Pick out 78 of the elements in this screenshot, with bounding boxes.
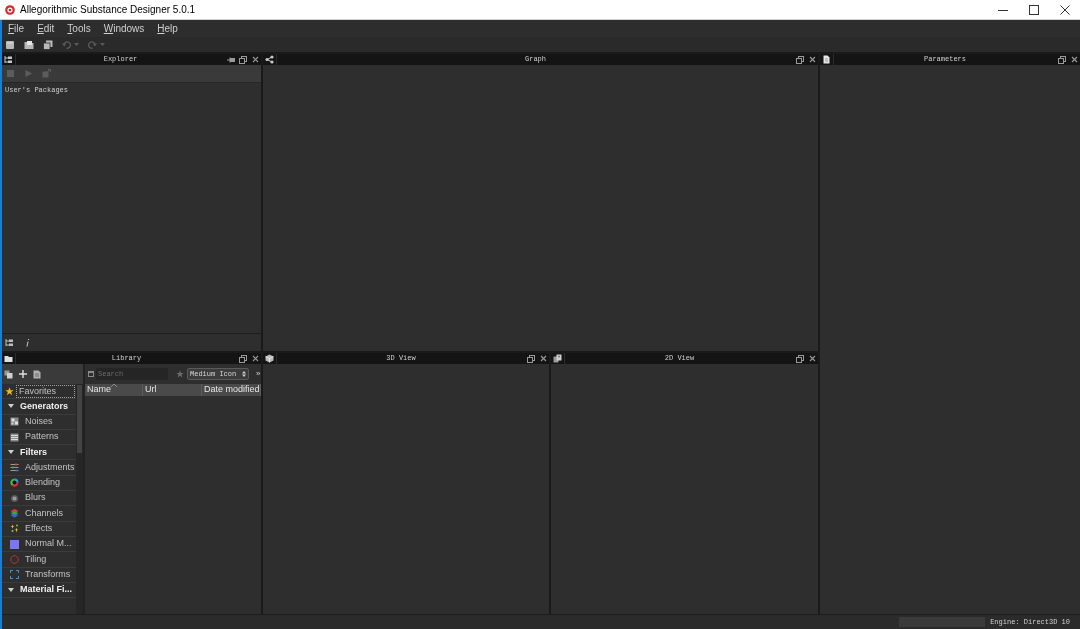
redo-icon: [88, 40, 97, 49]
cube-icon: [265, 354, 274, 363]
float-window-icon[interactable]: [796, 55, 804, 64]
document-icon: [822, 55, 831, 64]
float-window-icon[interactable]: [239, 55, 247, 64]
close-icon: [1059, 4, 1070, 15]
tree-item[interactable]: Blending: [24, 476, 62, 490]
logo-icon: [5, 4, 15, 15]
blur-dot-icon: [10, 493, 19, 503]
spin-arrows-icon: [242, 371, 246, 377]
window-title: Allegorithmic Substance Designer 5.0.1: [20, 3, 196, 17]
small-window-icon: [88, 371, 94, 377]
tree-group[interactable]: Material Fi...: [19, 583, 73, 597]
octagon-outline-icon: [10, 554, 19, 564]
scrollbar-thumb[interactable]: [77, 385, 82, 453]
close-icon[interactable]: [1070, 56, 1078, 63]
node-graph-icon: [265, 55, 274, 64]
pattern-tile-icon: [10, 432, 19, 442]
tree-item[interactable]: Effects: [24, 522, 54, 536]
overflow-button[interactable]: »: [256, 368, 261, 380]
document-icon[interactable]: [33, 369, 41, 379]
folder-stack-icon[interactable]: [4, 369, 13, 379]
expand-arrow-icon[interactable]: [8, 449, 14, 456]
square-tile-icon: [10, 539, 19, 549]
caret-icon: [100, 43, 105, 46]
play-icon: [24, 69, 33, 78]
scrollbar-track[interactable]: [76, 384, 83, 614]
tree-view-icon: [4, 55, 13, 64]
tree-item[interactable]: Adjustments: [24, 460, 76, 475]
maximize-icon: [1028, 4, 1039, 15]
column-header[interactable]: Url: [143, 384, 202, 396]
menu-item[interactable]: Help: [157, 21, 178, 36]
sliders-icon: [10, 463, 19, 473]
star-icon[interactable]: [176, 370, 184, 378]
plus-icon[interactable]: [19, 370, 27, 378]
menu-item[interactable]: Edit: [37, 21, 55, 36]
column-header[interactable]: Name: [85, 384, 143, 396]
star-icon: [5, 386, 14, 396]
tree-item[interactable]: Normal M...: [24, 537, 73, 551]
float-window-icon[interactable]: [239, 354, 247, 363]
float-window-icon[interactable]: [527, 354, 535, 363]
column-header[interactable]: Date modified: [202, 384, 261, 396]
info-icon[interactable]: [25, 338, 30, 347]
menu-item[interactable]: Windows: [103, 21, 145, 36]
pin-icon[interactable]: [227, 55, 235, 64]
sparkle-icon: [10, 524, 19, 534]
float-window-icon[interactable]: [1058, 55, 1066, 64]
close-icon[interactable]: [808, 56, 816, 63]
close-icon[interactable]: [808, 355, 816, 362]
layers-icon: [10, 509, 19, 518]
tree-item[interactable]: Blurs: [24, 491, 47, 505]
tree-item[interactable]: Noises: [24, 415, 54, 429]
expand-arrow-icon[interactable]: [8, 587, 14, 593]
picture-stack-icon: [553, 354, 562, 363]
folder-icon: [24, 39, 34, 50]
tree-item[interactable]: Favorites: [16, 384, 75, 398]
close-icon[interactable]: [251, 56, 259, 63]
close-icon[interactable]: [539, 355, 547, 362]
tree-item[interactable]: Patterns: [24, 430, 60, 444]
undo-icon: [62, 40, 71, 49]
export-icon: [42, 69, 51, 78]
tree-item[interactable]: Channels: [24, 506, 65, 521]
close-icon[interactable]: [251, 355, 259, 362]
float-window-icon[interactable]: [796, 354, 804, 363]
menu-item[interactable]: File: [8, 21, 25, 36]
noise-tile-icon: [10, 417, 19, 427]
color-ring-icon: [10, 478, 19, 488]
menu-item[interactable]: Tools: [67, 21, 91, 36]
expand-arrow-icon[interactable]: [8, 403, 14, 410]
tree-item[interactable]: Tiling: [24, 552, 48, 567]
corner-brackets-icon: [10, 570, 19, 580]
tree-item[interactable]: Transforms: [24, 567, 72, 582]
caret-icon: [74, 43, 79, 46]
tree-group[interactable]: Generators: [19, 399, 70, 414]
stop-icon: [6, 69, 15, 78]
box-icon: [5, 39, 15, 50]
tree-group[interactable]: Filters: [19, 445, 48, 460]
tree-view-icon[interactable]: [5, 338, 14, 347]
